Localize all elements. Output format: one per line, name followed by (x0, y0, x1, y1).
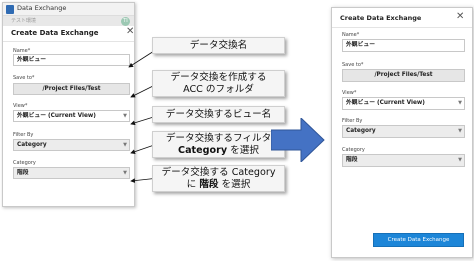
category-label: Category (342, 147, 365, 153)
view-label: View* (342, 90, 357, 96)
save-to-field[interactable]: /Project Files/Test (342, 69, 465, 82)
chevron-down-icon: ▼ (458, 157, 462, 163)
callout-category: データ交換する Category に 階段 を選択 (152, 165, 285, 192)
save-to-label: Save to* (342, 62, 364, 68)
callout-text: データ交換名 (189, 39, 248, 51)
callout-text: Category を選択 (153, 145, 284, 157)
divider (332, 27, 472, 28)
big-right-arrow-icon (271, 118, 325, 162)
callout-view: データ交換するビュー名 (152, 106, 285, 123)
filter-by-select[interactable]: Category ▼ (342, 125, 465, 138)
callout-text: に 階段 を選択 (153, 179, 284, 191)
category-select[interactable]: 階段 ▼ (342, 154, 465, 167)
category-value: 階段 (346, 157, 358, 163)
close-icon[interactable]: ✕ (456, 11, 464, 22)
callout-text: データ交換するフィルタ (165, 132, 272, 144)
right-dialog-window: Create Data Exchange ✕ Name* 外観ビュー Save … (331, 7, 473, 258)
callout-save-to: データ交換を作成する ACC のフォルダ (152, 70, 285, 97)
callout-bold-text: Category (178, 144, 228, 156)
view-select[interactable]: 外観ビュー (Current View) ▼ (342, 97, 465, 110)
callout-text: ACC のフォルダ (183, 83, 254, 95)
callout-name: データ交換名 (152, 37, 285, 54)
filter-by-value: Category (346, 128, 376, 134)
callout-text: データ交換する Category (161, 166, 276, 178)
callout-filter: データ交換するフィルタ Category を選択 (152, 131, 285, 158)
callout-text: を選択 (218, 178, 251, 190)
view-select-value: 外観ビュー (Current View) (346, 100, 425, 106)
name-label: Name* (342, 32, 360, 38)
dialog-title: Create Data Exchange (340, 14, 422, 22)
name-field[interactable]: 外観ビュー (342, 39, 465, 52)
create-data-exchange-button[interactable]: Create Data Exchange (373, 233, 464, 247)
callout-text: に (186, 178, 200, 190)
callout-bold-text: 階段 (199, 178, 219, 190)
chevron-down-icon: ▼ (458, 100, 462, 106)
callout-text: データ交換を作成する (170, 71, 267, 83)
callout-text: データ交換するビュー名 (165, 108, 272, 120)
callout-text: を選択 (227, 144, 259, 156)
filter-by-label: Filter By (342, 118, 363, 124)
chevron-down-icon: ▼ (458, 128, 462, 134)
